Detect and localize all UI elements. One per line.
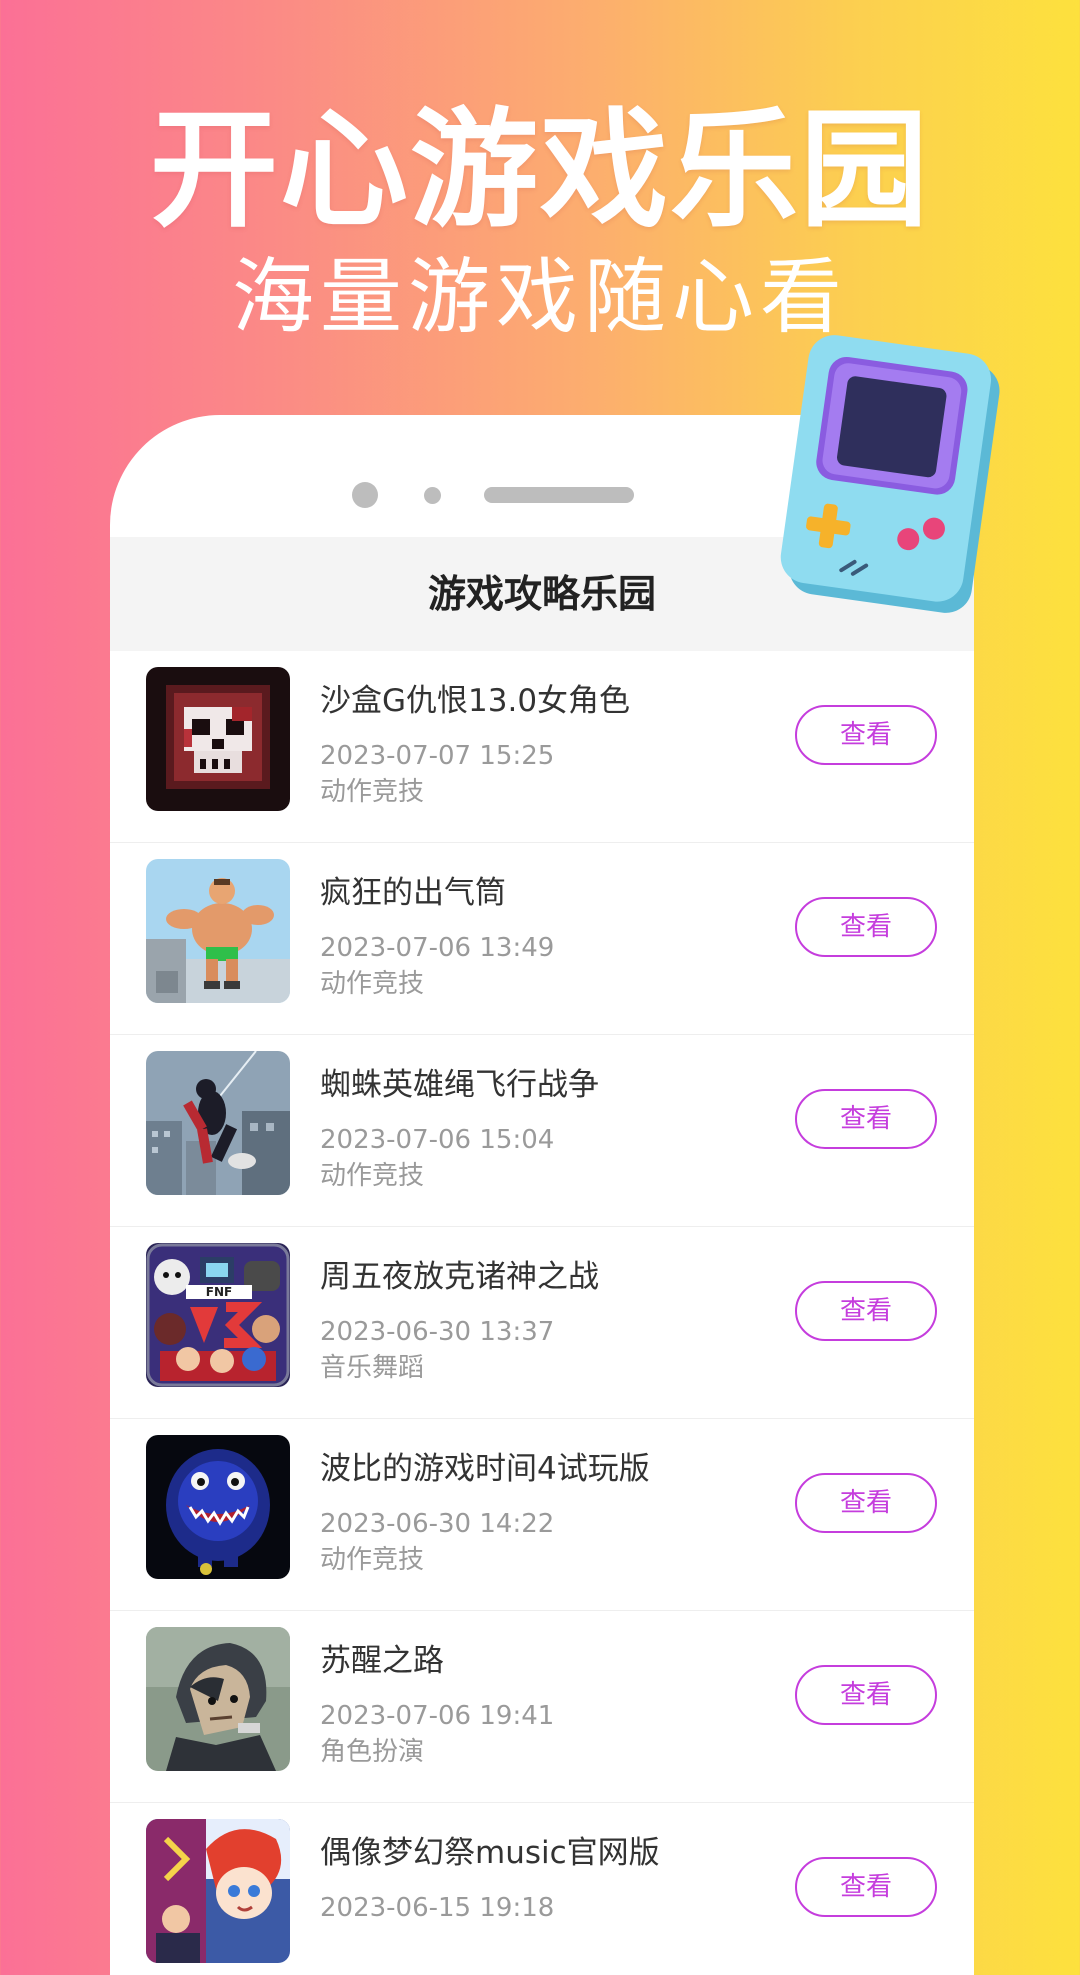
game-name: 周五夜放克诸神之战 bbox=[320, 1259, 599, 1295]
game-category: 动作竞技 bbox=[320, 777, 425, 807]
view-button[interactable]: 查看 bbox=[795, 1281, 937, 1341]
list-item[interactable]: 偶像梦幻祭music官网版 2023-06-15 19:18 查看 bbox=[110, 1803, 974, 1975]
blue-monster-game-icon[interactable] bbox=[146, 1435, 290, 1579]
game-name: 苏醒之路 bbox=[320, 1643, 444, 1679]
list-item[interactable]: FNF 周五夜放克诸神之战 2023-06-30 13:37 音乐舞蹈 查看 bbox=[110, 1227, 974, 1419]
game-name: 疯狂的出气筒 bbox=[320, 875, 506, 911]
helmet-character-game-icon[interactable] bbox=[146, 1627, 290, 1771]
game-name: 蜘蛛英雄绳飞行战争 bbox=[320, 1067, 599, 1103]
game-date: 2023-07-06 15:04 bbox=[320, 1125, 555, 1155]
list-item[interactable]: 沙盒G仇恨13.0女角色 2023-07-07 15:25 动作竞技 查看 bbox=[110, 651, 974, 843]
anime-idol-game-icon[interactable] bbox=[146, 1819, 290, 1963]
hero-title: 开心游戏乐园 bbox=[149, 95, 930, 245]
game-category: 音乐舞蹈 bbox=[320, 1353, 425, 1383]
game-date: 2023-06-30 14:22 bbox=[320, 1509, 555, 1539]
list-item[interactable]: 蜘蛛英雄绳飞行战争 2023-07-06 15:04 动作竞技 查看 bbox=[110, 1035, 974, 1227]
game-date: 2023-07-07 15:25 bbox=[320, 741, 555, 771]
game-date: 2023-07-06 19:41 bbox=[320, 1701, 555, 1731]
handheld-console-illustration bbox=[767, 327, 1013, 624]
list-item[interactable]: 疯狂的出气筒 2023-07-06 13:49 动作竞技 查看 bbox=[110, 843, 974, 1035]
view-button[interactable]: 查看 bbox=[795, 1473, 937, 1533]
phone-frame: 游戏攻略乐园 沙盒G仇恨13.0女角色 2023-07-07 15:25 动作竞… bbox=[110, 415, 974, 1975]
wrestler-game-icon[interactable] bbox=[146, 859, 290, 1003]
fnf-vs-game-icon[interactable]: FNF bbox=[146, 1243, 290, 1387]
game-date: 2023-06-30 13:37 bbox=[320, 1317, 555, 1347]
view-button[interactable]: 查看 bbox=[795, 897, 937, 957]
phone-camera-dot bbox=[352, 482, 378, 508]
game-category: 动作竞技 bbox=[320, 1161, 425, 1191]
game-name: 波比的游戏时间4试玩版 bbox=[320, 1451, 650, 1487]
game-name: 沙盒G仇恨13.0女角色 bbox=[320, 683, 631, 719]
game-category: 动作竞技 bbox=[320, 969, 425, 999]
view-button[interactable]: 查看 bbox=[795, 1857, 937, 1917]
game-date: 2023-07-06 13:49 bbox=[320, 933, 555, 963]
phone-sensor-dot bbox=[424, 487, 441, 504]
view-button[interactable]: 查看 bbox=[795, 705, 937, 765]
game-name: 偶像梦幻祭music官网版 bbox=[320, 1835, 660, 1871]
svg-text:FNF: FNF bbox=[206, 1285, 232, 1299]
list-item[interactable]: 波比的游戏时间4试玩版 2023-06-30 14:22 动作竞技 查看 bbox=[110, 1419, 974, 1611]
spider-hero-game-icon[interactable] bbox=[146, 1051, 290, 1195]
game-category: 角色扮演 bbox=[320, 1737, 425, 1767]
list-item[interactable]: 苏醒之路 2023-07-06 19:41 角色扮演 查看 bbox=[110, 1611, 974, 1803]
game-category: 动作竞技 bbox=[320, 1545, 425, 1575]
hero-subtitle: 海量游戏随心看 bbox=[231, 250, 848, 345]
skull-game-icon[interactable] bbox=[146, 667, 290, 811]
view-button[interactable]: 查看 bbox=[795, 1089, 937, 1149]
game-list: 沙盒G仇恨13.0女角色 2023-07-07 15:25 动作竞技 查看 疯狂… bbox=[110, 651, 974, 1975]
phone-speaker bbox=[484, 487, 634, 503]
view-button[interactable]: 查看 bbox=[795, 1665, 937, 1725]
